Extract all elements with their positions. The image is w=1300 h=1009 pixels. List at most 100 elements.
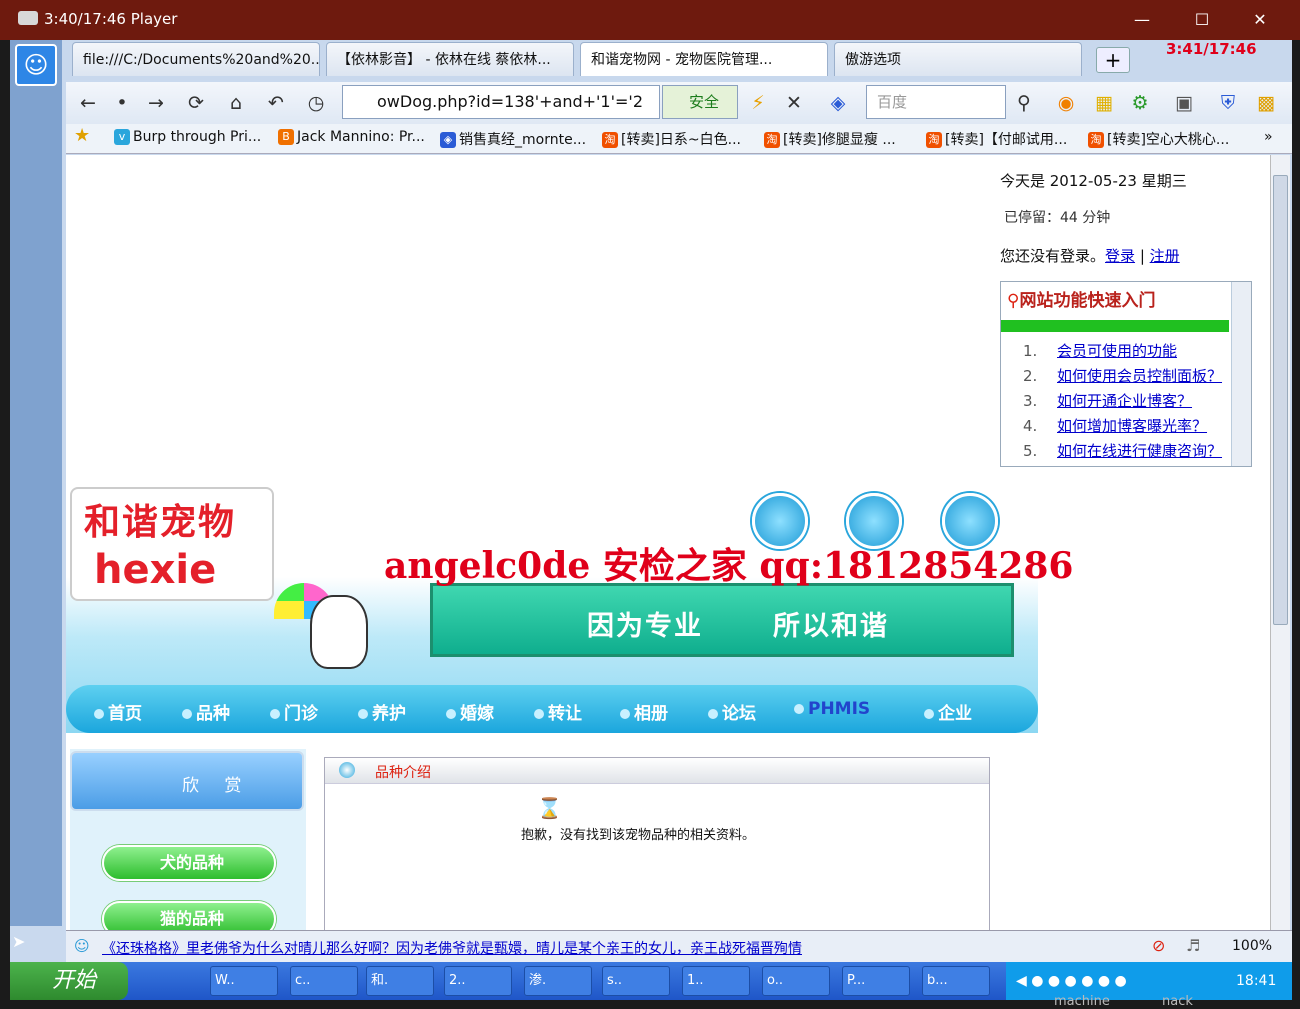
ticker-text[interactable]: 《还珠格格》里老佛爷为什么对晴儿那么好啊？因为老佛爷就是甄嬛，晴儿是某个亲王的女… <box>102 938 802 958</box>
baidu-paw-icon[interactable]: ◈ <box>824 90 852 116</box>
menu-enterprise[interactable]: 企业 <box>924 699 972 724</box>
menu-clinic[interactable]: 门诊 <box>270 699 318 724</box>
taskbar-item[interactable]: c.. <box>290 966 358 996</box>
item-number: 4. <box>1023 417 1038 435</box>
security-text: 安全 <box>689 93 720 111</box>
menu-forum[interactable]: 论坛 <box>708 699 756 724</box>
quick-title-text: 网站功能快速入门 <box>1019 291 1156 311</box>
taskbar-item[interactable]: 1.. <box>682 966 750 996</box>
stay-text: 已停留：44 分钟 <box>1004 210 1111 226</box>
search-icon[interactable]: ⚲ <box>1010 90 1038 116</box>
scroll-thumb[interactable] <box>1273 175 1288 625</box>
lightning-icon[interactable]: ⚡ <box>744 90 772 116</box>
minimize-button[interactable]: — <box>1112 6 1172 34</box>
taskbar-item[interactable]: s.. <box>602 966 670 996</box>
taskbar-item[interactable]: b... <box>922 966 990 996</box>
quick-list: 1. 会员可使用的功能 2. 如何使用会员控制面板？ 3. 如何开通企业博客？ 4. 如… <box>1023 340 1222 465</box>
tab-hexie[interactable]: 和谐宠物网 - 宠物医院管理... <box>580 42 828 76</box>
tab-yilin[interactable]: 【依林影音】 - 依林在线 蔡依林... <box>326 42 574 76</box>
menu-breed[interactable]: 品种 <box>182 699 230 724</box>
address-input[interactable]: owDog.php?id=138'+and+'1'='2 <box>342 85 660 119</box>
fav-burp[interactable]: v Burp through Pri... <box>114 129 261 145</box>
taskbar-item[interactable]: 渗. <box>524 966 592 996</box>
block-icon[interactable]: ⊘ <box>1152 936 1165 955</box>
star-icon[interactable]: ★ <box>74 125 90 146</box>
site-menu: 首页 品种 门诊 养护 婚嫁 转让 相册 论坛 PHMIS 企业 <box>66 685 1038 733</box>
menu-marriage[interactable]: 婚嫁 <box>446 699 494 724</box>
rss-icon[interactable]: ◉ <box>1052 90 1080 116</box>
menu-home[interactable]: 首页 <box>94 699 142 724</box>
maxthon-logo-icon[interactable]: ☺ <box>15 44 57 86</box>
navigation-toolbar: ← • → ⟳ ⌂ ↶ ◷ owDog.php?id=138'+and+'1'=… <box>66 82 1292 124</box>
search-placeholder: 百度 <box>877 93 908 111</box>
menu-album[interactable]: 相册 <box>620 699 668 724</box>
taobao-icon: 淘 <box>764 132 780 148</box>
quick-title-bar <box>1001 320 1229 332</box>
dog-breeds-button[interactable]: 犬的品种 <box>102 845 276 881</box>
security-badge[interactable]: 安全 <box>662 85 738 119</box>
taskbar-item[interactable]: 2.. <box>444 966 512 996</box>
fav-heart[interactable]: 淘 [转卖]空心大桃心... <box>1088 129 1229 149</box>
quick-link[interactable]: 如何在线进行健康咨询？ <box>1057 442 1222 460</box>
fav-leg[interactable]: 淘 [转卖]修腿显瘦 ... <box>764 129 896 149</box>
menu-care[interactable]: 养护 <box>358 699 406 724</box>
camera-icon[interactable]: ▣ <box>1170 90 1198 116</box>
taskbar-item[interactable]: 和. <box>366 966 434 996</box>
player-titlebar: 3:40/17:46 Player — ☐ ✕ <box>0 0 1300 40</box>
item-number: 1. <box>1023 342 1038 360</box>
quick-title: ⚲网站功能快速入门 <box>1007 286 1155 311</box>
tab-file[interactable]: file:///C:/Documents%20and%20... <box>72 42 320 76</box>
taskbar-item[interactable]: o.. <box>762 966 830 996</box>
fav-trial[interactable]: 淘 [转卖]【付邮试用... <box>926 129 1067 149</box>
fav-jack[interactable]: B Jack Mannino: Pr... <box>278 129 425 145</box>
folder-icon[interactable]: ▩ <box>1252 90 1280 116</box>
zoom-level[interactable]: 100% <box>1232 938 1272 954</box>
page-scrollbar[interactable] <box>1270 155 1290 930</box>
close-button[interactable]: ✕ <box>1230 6 1290 34</box>
back-icon[interactable]: ← <box>74 90 102 116</box>
side-header: 欣 赏 <box>70 751 304 811</box>
quick-link[interactable]: 如何使用会员控制面板？ <box>1057 367 1222 385</box>
taskbar-item[interactable]: P... <box>842 966 910 996</box>
menu-phmis[interactable]: PHMIS <box>794 699 870 719</box>
speaker-icon[interactable]: ♬ <box>1186 936 1200 955</box>
fav-label: [转卖]【付邮试用... <box>945 132 1068 148</box>
login-link[interactable]: 登录 <box>1105 247 1135 265</box>
search-input[interactable]: 百度 <box>866 85 1006 119</box>
start-button[interactable]: 开始 <box>10 962 128 1000</box>
sidebar-toggle-icon[interactable]: ➤ <box>12 932 42 956</box>
more-favorites-icon[interactable]: » <box>1264 129 1273 145</box>
new-tab-button[interactable]: + <box>1096 47 1130 73</box>
refresh-icon[interactable]: ⟳ <box>182 90 210 116</box>
fav-sales[interactable]: ◈ 销售真经_mornte... <box>440 129 586 149</box>
tab-options[interactable]: 傲游选项 <box>834 42 1082 76</box>
busy-cursor-icon: ⌛ <box>537 796 562 820</box>
quick-scrollbar[interactable] <box>1231 282 1251 466</box>
history-icon[interactable]: ◷ <box>302 90 330 116</box>
register-link[interactable]: 注册 <box>1150 247 1180 265</box>
fav-white[interactable]: 淘 [转卖]日系~白色... <box>602 129 741 149</box>
undo-icon[interactable]: ↶ <box>262 90 290 116</box>
slogan-right: 所以和谐 <box>773 611 889 642</box>
note-icon[interactable]: ▦ <box>1090 90 1118 116</box>
blogger-icon: B <box>278 129 294 145</box>
quick-start-box: ⚲网站功能快速入门 1. 会员可使用的功能 2. 如何使用会员控制面板？ 3. 如何开… <box>1000 281 1252 467</box>
tools-icon[interactable]: ⚙ <box>1126 90 1154 116</box>
quick-link[interactable]: 如何增加博客曝光率？ <box>1057 417 1207 435</box>
dropdown-dot-icon[interactable]: • <box>108 90 136 116</box>
shield-icon[interactable]: ⛨ <box>1214 90 1242 116</box>
site-logo[interactable]: 和谐宠物 hexie <box>70 487 274 601</box>
list-item: 1. 会员可使用的功能 <box>1023 340 1222 365</box>
taskbar-item[interactable]: W.. <box>210 966 278 996</box>
fav-label: [转卖]日系~白色... <box>621 132 742 148</box>
side-title: 欣 赏 <box>182 776 252 796</box>
logo-line1: 和谐宠物 <box>84 502 237 543</box>
home-icon[interactable]: ⌂ <box>222 90 250 116</box>
stop-icon[interactable]: ✕ <box>780 90 808 116</box>
quick-link[interactable]: 会员可使用的功能 <box>1057 342 1177 360</box>
cat-breeds-button[interactable]: 猫的品种 <box>102 901 276 930</box>
forward-icon[interactable]: → <box>142 90 170 116</box>
maximize-button[interactable]: ☐ <box>1172 6 1232 34</box>
menu-transfer[interactable]: 转让 <box>534 699 582 724</box>
quick-link[interactable]: 如何开通企业博客？ <box>1057 392 1192 410</box>
